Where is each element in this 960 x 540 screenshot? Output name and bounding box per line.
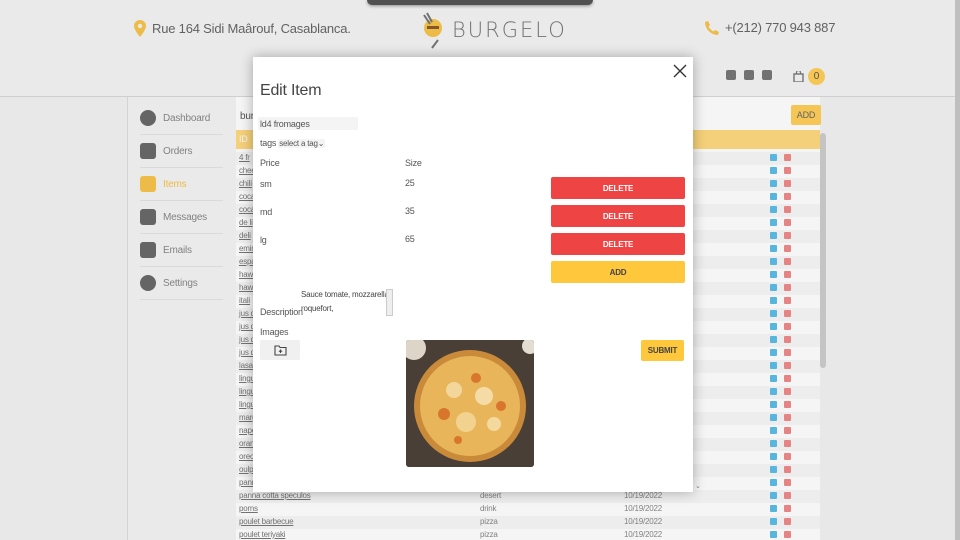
folder-plus-icon: [273, 344, 287, 356]
tags-row: tags select a tag⌄: [260, 138, 326, 148]
pizza-image: [406, 340, 534, 467]
edit-item-modal: Edit Item tags select a tag⌄ Price Size …: [253, 57, 701, 492]
tags-label: tags: [260, 138, 277, 148]
price-value: 65: [405, 234, 415, 244]
price-value: 35: [405, 206, 415, 216]
upload-image-button[interactable]: [260, 340, 300, 360]
delete-price-button[interactable]: DELETE: [551, 205, 685, 227]
size-value: lg: [260, 235, 267, 245]
modal-title: Edit Item: [260, 82, 322, 99]
price-value: 25: [405, 178, 415, 188]
price-column-header: Price: [260, 158, 280, 168]
size-value: sm: [260, 179, 272, 189]
delete-price-button[interactable]: DELETE: [551, 177, 685, 199]
description-textarea[interactable]: Sauce tomate, mozzarella, roquefort,: [301, 288, 391, 318]
add-price-button[interactable]: ADD: [551, 261, 685, 283]
size-value: md: [260, 207, 273, 217]
close-icon[interactable]: [673, 64, 687, 78]
images-label: Images: [260, 327, 289, 337]
tag-select[interactable]: select a tag⌄: [278, 138, 326, 148]
delete-price-button[interactable]: DELETE: [551, 233, 685, 255]
description-label: Description: [260, 307, 303, 317]
item-name-input[interactable]: [258, 117, 358, 130]
scroll-down-arrow-icon[interactable]: ⌄: [695, 482, 701, 490]
description-scrollbar[interactable]: [386, 289, 393, 316]
size-column-header: Size: [405, 158, 422, 168]
submit-button[interactable]: SUBMIT: [641, 340, 684, 361]
item-image: [406, 340, 534, 467]
tag-select-value: select a tag: [279, 138, 318, 148]
